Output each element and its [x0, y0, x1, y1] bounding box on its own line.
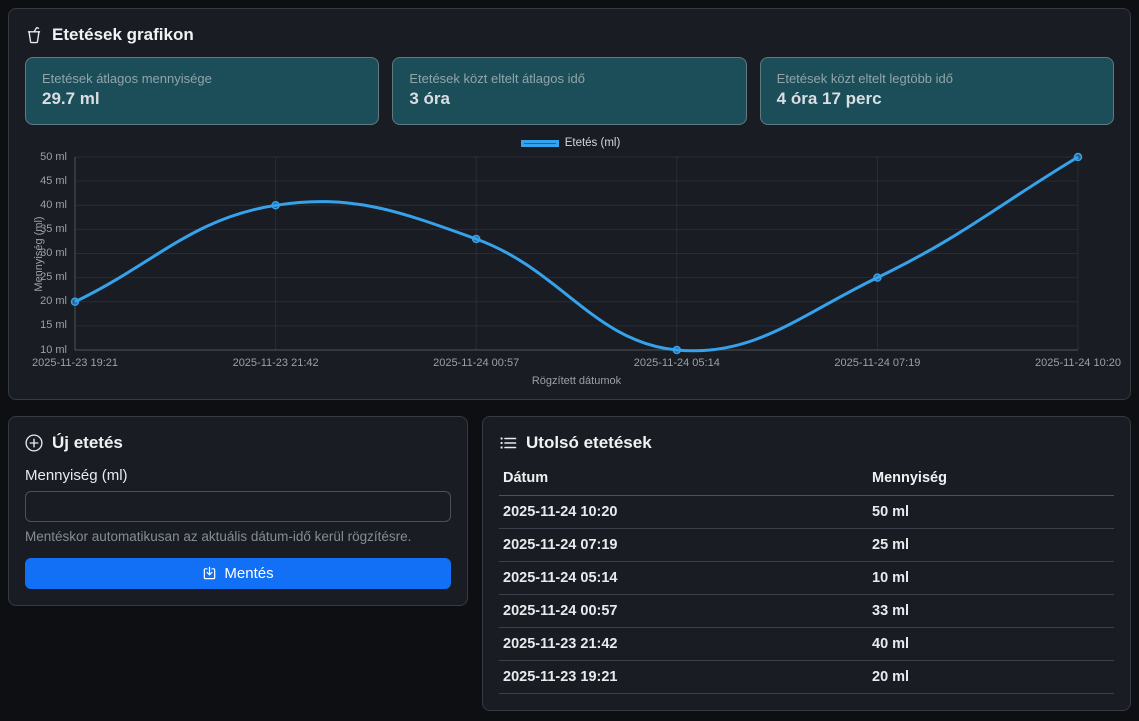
- cell-date: 2025-11-24 07:19: [499, 529, 868, 562]
- table-row: 2025-11-23 21:4240 ml: [499, 628, 1114, 661]
- box-arrow-in-down-icon: [202, 566, 217, 581]
- stat-average-amount: Etetések átlagos mennyisége 29.7 ml: [25, 57, 379, 125]
- data-point[interactable]: [673, 347, 680, 354]
- stat-label: Etetések közt eltelt legtöbb idő: [777, 71, 1097, 86]
- list-icon: [499, 434, 517, 452]
- save-button-label: Mentés: [224, 565, 273, 582]
- column-header-date: Dátum: [499, 463, 868, 496]
- new-feeding-card: Új etetés Mennyiség (ml) Mentéskor autom…: [8, 416, 468, 606]
- cell-amount: 25 ml: [868, 529, 1114, 562]
- cell-amount: 50 ml: [868, 496, 1114, 529]
- y-axis-title: Mennyiség (ml): [33, 216, 45, 291]
- cell-amount: 20 ml: [868, 661, 1114, 694]
- cell-date: 2025-11-24 00:57: [499, 595, 868, 628]
- column-header-amount: Mennyiség: [868, 463, 1114, 496]
- stat-value: 3 óra: [409, 89, 729, 109]
- chart-canvas[interactable]: [25, 137, 1116, 383]
- cell-date: 2025-11-23 21:42: [499, 628, 868, 661]
- cell-date: 2025-11-24 10:20: [499, 496, 868, 529]
- feedings-table: Dátum Mennyiség 2025-11-24 10:2050 ml202…: [499, 463, 1114, 694]
- cup-straw-icon: [25, 26, 43, 44]
- table-row: 2025-11-23 19:2120 ml: [499, 661, 1114, 694]
- data-point[interactable]: [1075, 154, 1082, 161]
- table-row: 2025-11-24 07:1925 ml: [499, 529, 1114, 562]
- data-point[interactable]: [272, 202, 279, 209]
- new-feeding-header: Új etetés: [25, 433, 451, 453]
- stat-value: 4 óra 17 perc: [777, 89, 1097, 109]
- table-header-row: Dátum Mennyiség: [499, 463, 1114, 496]
- new-feeding-title: Új etetés: [52, 433, 123, 453]
- chart-card-header: Etetések grafikon: [25, 25, 1114, 45]
- x-axis-title: Rögzített dátumok: [532, 375, 621, 387]
- stat-label: Etetések közt eltelt átlagos idő: [409, 71, 729, 86]
- plus-circle-icon: [25, 434, 43, 452]
- data-point[interactable]: [72, 298, 79, 305]
- table-row: 2025-11-24 00:5733 ml: [499, 595, 1114, 628]
- data-point[interactable]: [473, 236, 480, 243]
- save-help-text: Mentéskor automatikusan az aktuális dátu…: [25, 529, 451, 544]
- feedings-line-chart[interactable]: Etetés (ml) 50 ml45 ml40 ml35 ml30 ml25 …: [25, 137, 1116, 383]
- save-button[interactable]: Mentés: [25, 558, 451, 589]
- last-feedings-title: Utolsó etetések: [526, 433, 652, 453]
- stats-row: Etetések átlagos mennyisége 29.7 ml Etet…: [25, 57, 1114, 125]
- amount-input[interactable]: [25, 491, 451, 522]
- stat-longest-interval: Etetések közt eltelt legtöbb idő 4 óra 1…: [760, 57, 1114, 125]
- cell-amount: 10 ml: [868, 562, 1114, 595]
- amount-field-label: Mennyiség (ml): [25, 467, 451, 484]
- cell-amount: 33 ml: [868, 595, 1114, 628]
- stat-label: Etetések átlagos mennyisége: [42, 71, 362, 86]
- stat-value: 29.7 ml: [42, 89, 362, 109]
- feedings-chart-card: Etetések grafikon Etetések átlagos menny…: [8, 8, 1131, 400]
- chart-card-title: Etetések grafikon: [52, 25, 194, 45]
- cell-date: 2025-11-24 05:14: [499, 562, 868, 595]
- last-feedings-header: Utolsó etetések: [499, 433, 1114, 453]
- stat-average-interval: Etetések közt eltelt átlagos idő 3 óra: [392, 57, 746, 125]
- table-row: 2025-11-24 10:2050 ml: [499, 496, 1114, 529]
- cell-date: 2025-11-23 19:21: [499, 661, 868, 694]
- cell-amount: 40 ml: [868, 628, 1114, 661]
- data-point[interactable]: [874, 274, 881, 281]
- table-row: 2025-11-24 05:1410 ml: [499, 562, 1114, 595]
- last-feedings-card: Utolsó etetések Dátum Mennyiség 2025-11-…: [482, 416, 1131, 711]
- bottom-row: Új etetés Mennyiség (ml) Mentéskor autom…: [8, 416, 1131, 711]
